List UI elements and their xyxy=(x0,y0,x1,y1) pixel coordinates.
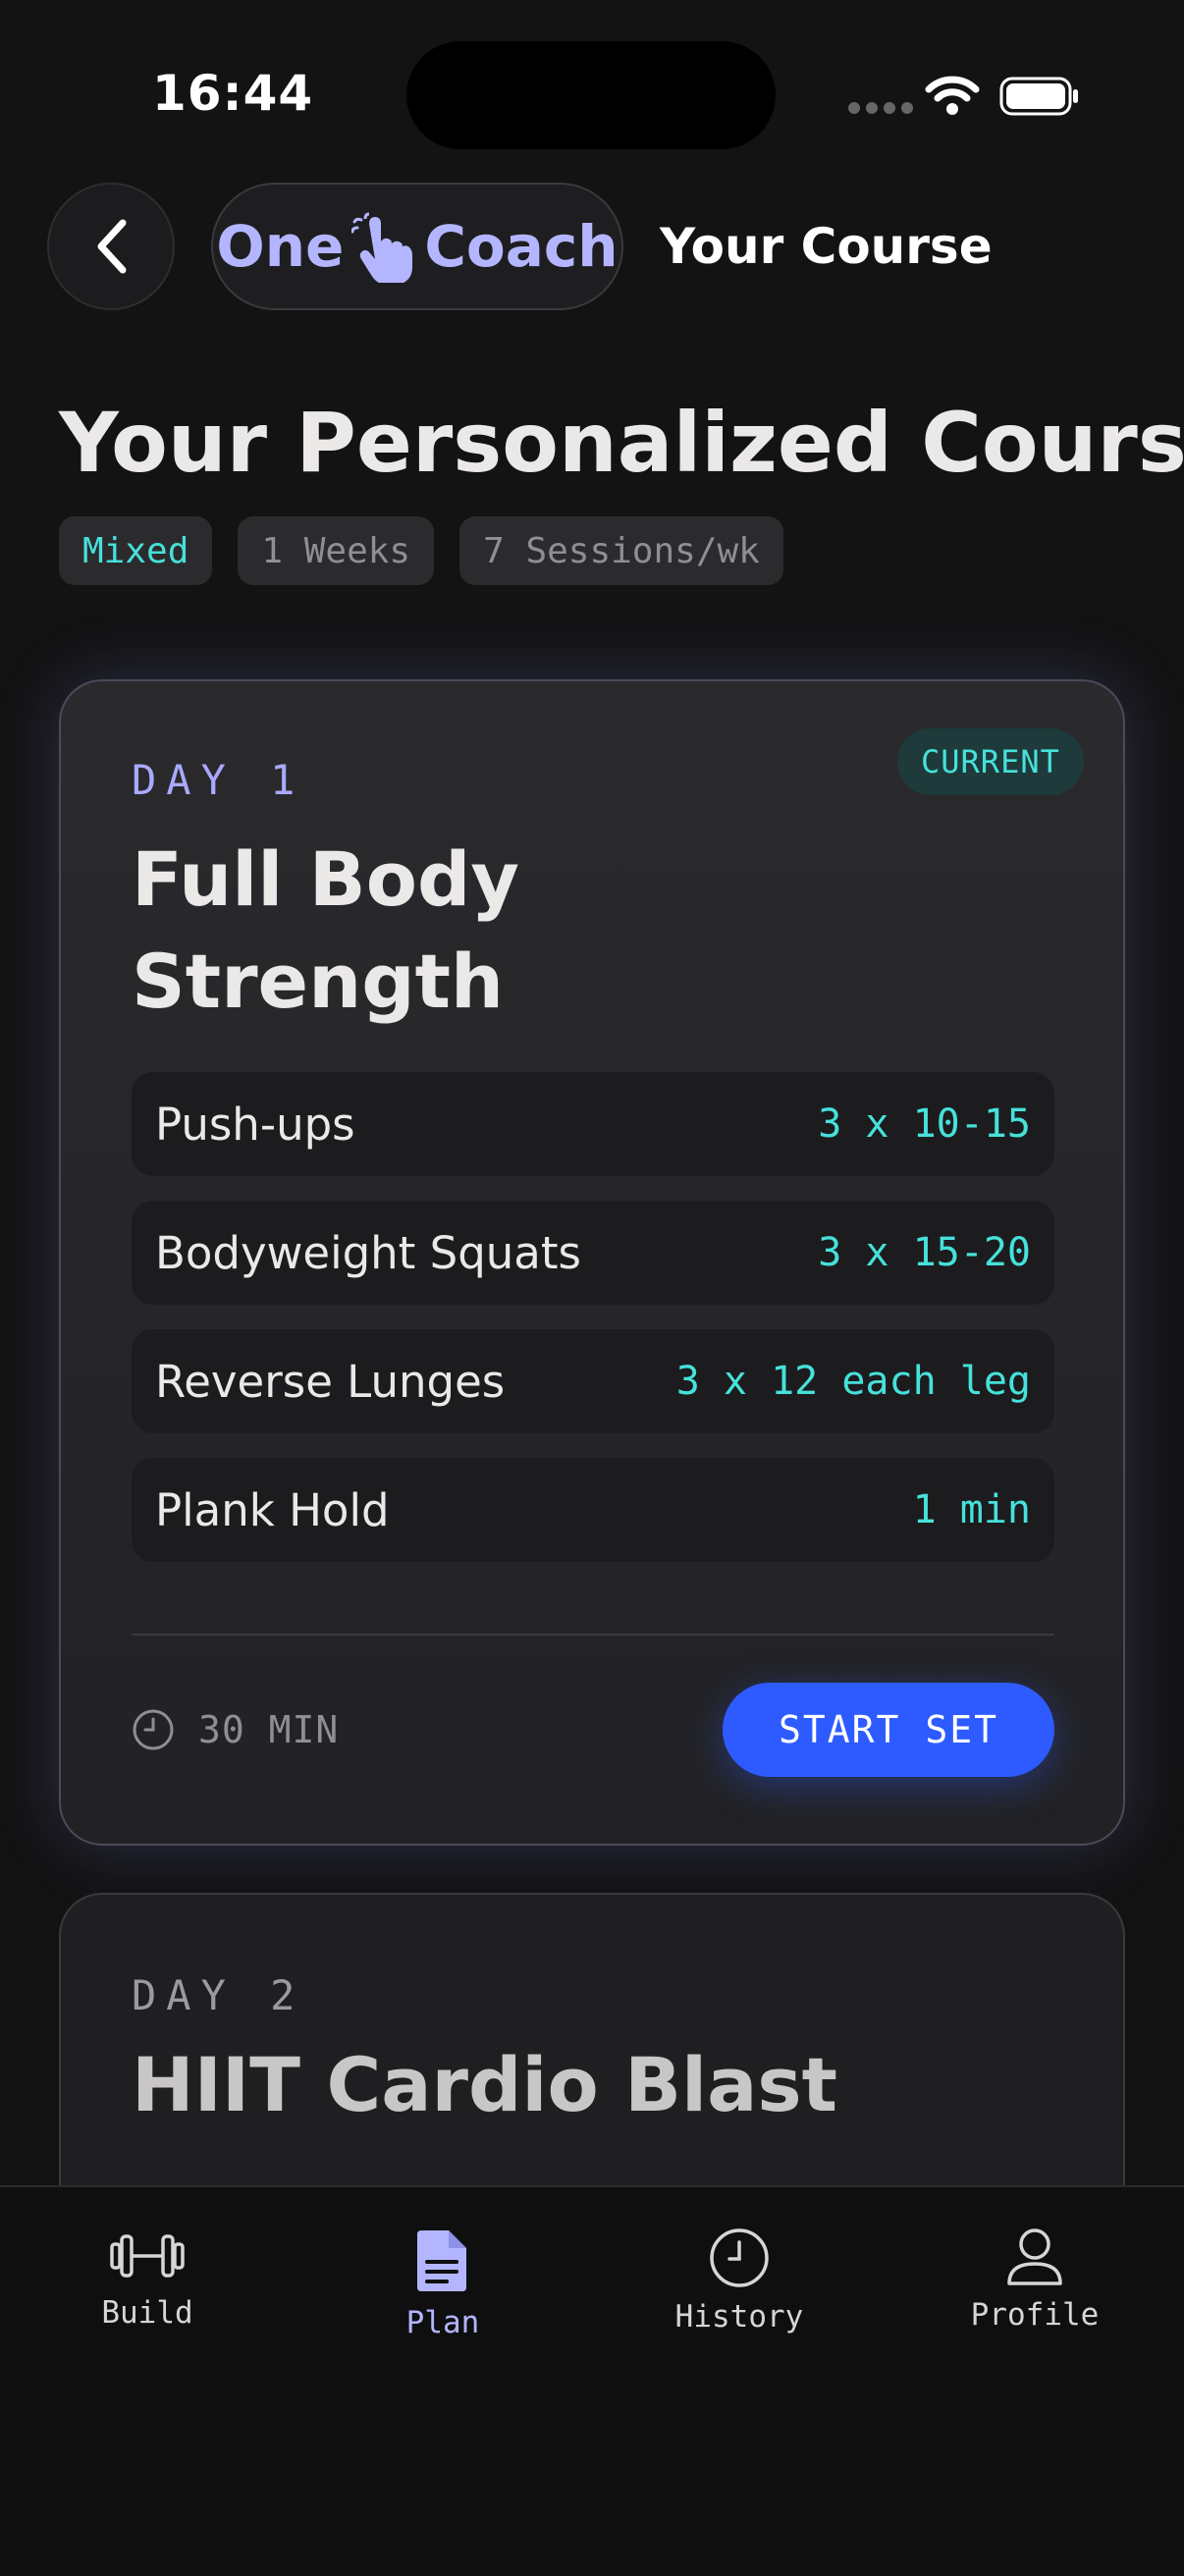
back-button[interactable] xyxy=(47,183,175,310)
chip-sessions: 7 Sessions/wk xyxy=(459,516,783,585)
workout-duration: 30 MIN xyxy=(132,1708,339,1751)
card-divider xyxy=(132,1634,1054,1636)
exercise-row[interactable]: Plank Hold 1 min xyxy=(132,1458,1054,1562)
exercise-reps: 3 x 10-15 xyxy=(818,1101,1031,1147)
workout-title: HIIT Cardio Blast xyxy=(132,2041,837,2128)
tab-label: Profile xyxy=(970,2297,1100,2333)
brand-word-coach: Coach xyxy=(424,213,619,280)
tab-label: History xyxy=(674,2299,804,2334)
exercise-row[interactable]: Bodyweight Squats 3 x 15-20 xyxy=(132,1201,1054,1305)
exercise-row[interactable]: Reverse Lunges 3 x 12 each leg xyxy=(132,1329,1054,1433)
user-icon xyxy=(1007,2228,1062,2285)
workout-title: Full Body Strength xyxy=(132,835,519,1025)
bottom-tab-bar: Build Plan History Profile xyxy=(0,2185,1184,2576)
page-title: Your Personalized Course xyxy=(59,395,1184,491)
clock-icon xyxy=(133,1709,174,1750)
exercise-name: Bodyweight Squats xyxy=(155,1226,581,1279)
tab-label: Plan xyxy=(405,2305,480,2340)
wifi-icon xyxy=(925,76,980,115)
tab-profile[interactable]: Profile xyxy=(937,2227,1133,2333)
dumbbell-icon xyxy=(110,2234,185,2278)
day-label: DAY 1 xyxy=(132,756,305,804)
header-title: Your Course xyxy=(660,218,993,275)
exercise-reps: 3 x 12 each leg xyxy=(675,1359,1031,1404)
exercise-list: Push-ups 3 x 10-15 Bodyweight Squats 3 x… xyxy=(132,1072,1054,1586)
current-badge: CURRENT xyxy=(897,728,1084,795)
battery-icon xyxy=(999,77,1078,116)
exercise-name: Push-ups xyxy=(155,1098,355,1151)
exercise-reps: 1 min xyxy=(912,1487,1031,1532)
clock-icon xyxy=(710,2228,769,2287)
pointing-hand-icon xyxy=(351,212,413,283)
start-set-button[interactable]: START SET xyxy=(723,1683,1054,1777)
cellular-signal-icon xyxy=(848,102,913,114)
exercise-name: Reverse Lunges xyxy=(155,1355,506,1408)
chip-mode: Mixed xyxy=(59,516,213,585)
brand-word-one: One xyxy=(216,213,345,280)
tab-build[interactable]: Build xyxy=(49,2227,245,2331)
tab-history[interactable]: History xyxy=(641,2227,837,2334)
duration-text: 30 MIN xyxy=(198,1708,340,1751)
chip-weeks: 1 Weeks xyxy=(238,516,435,585)
day-label: DAY 2 xyxy=(132,1971,305,2019)
brand-logo[interactable]: One Coach xyxy=(211,183,623,310)
exercise-reps: 3 x 15-20 xyxy=(818,1230,1031,1275)
course-meta-chips: Mixed 1 Weeks 7 Sessions/wk xyxy=(59,516,783,585)
document-icon xyxy=(417,2230,466,2291)
exercise-row[interactable]: Push-ups 3 x 10-15 xyxy=(132,1072,1054,1176)
day-1-card[interactable]: CURRENT DAY 1 Full Body Strength Push-up… xyxy=(59,679,1125,1846)
dynamic-island xyxy=(406,41,776,149)
exercise-name: Plank Hold xyxy=(155,1483,390,1536)
chevron-left-icon xyxy=(97,219,127,274)
tab-label: Build xyxy=(101,2295,193,2331)
status-time: 16:44 xyxy=(152,65,314,122)
tab-plan[interactable]: Plan xyxy=(345,2227,541,2340)
